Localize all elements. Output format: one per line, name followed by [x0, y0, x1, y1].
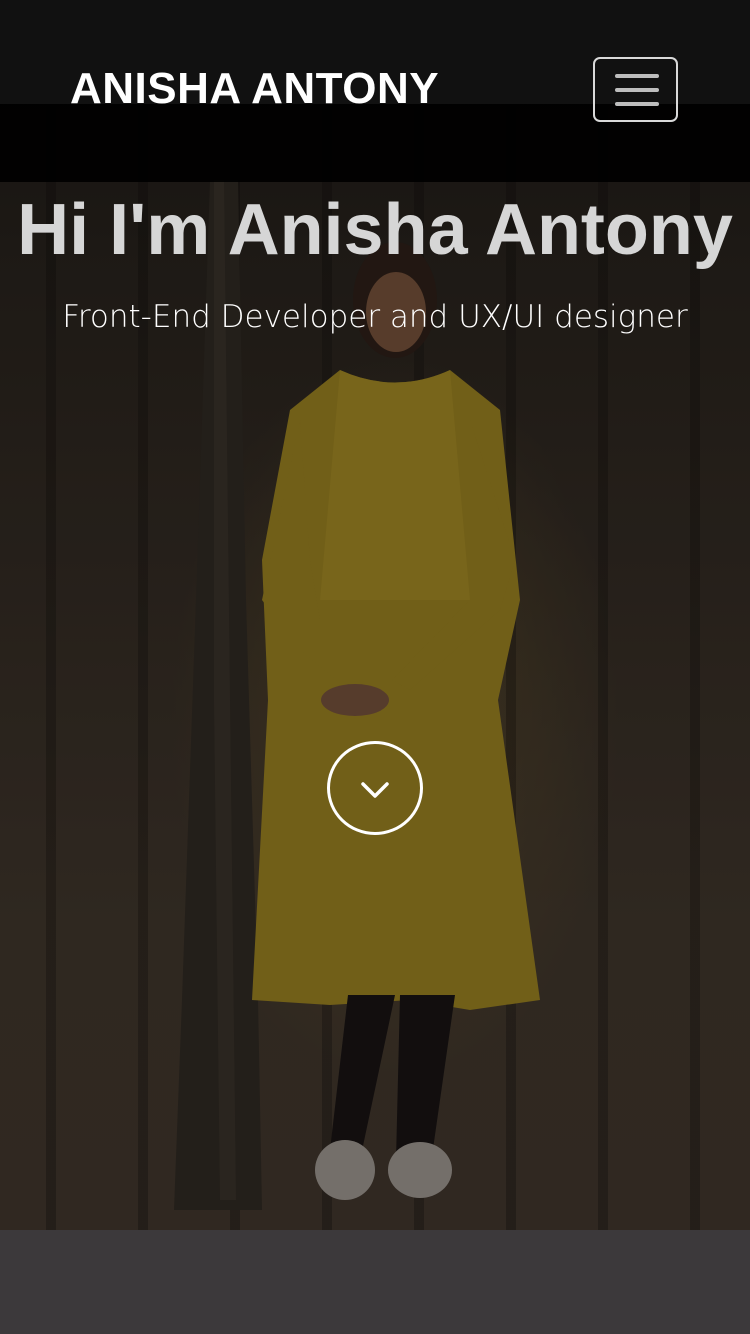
hero-greeting: Hi I'm — [17, 190, 211, 270]
page: Hi I'm Anisha Antony Front-End Developer… — [0, 0, 750, 1334]
chevron-down-icon — [361, 782, 389, 798]
hero-subtitle: Front-End Developer and UX/UI designer — [62, 299, 688, 335]
scroll-down-button[interactable] — [327, 741, 423, 835]
hero-headline: Hi I'm Anisha Antony — [0, 186, 750, 274]
next-section-band — [0, 1230, 750, 1334]
hero-overlay — [0, 0, 750, 1230]
hero-name: Anisha Antony — [227, 190, 733, 270]
brand-logo-link[interactable]: ANISHA ANTONY — [70, 62, 439, 116]
menu-bar — [615, 88, 659, 92]
hero-section: Hi I'm Anisha Antony Front-End Developer… — [0, 0, 750, 1230]
menu-toggle-button[interactable] — [593, 57, 678, 122]
navbar: ANISHA ANTONY — [0, 0, 750, 182]
menu-bar — [615, 102, 659, 106]
menu-bar — [615, 74, 659, 78]
